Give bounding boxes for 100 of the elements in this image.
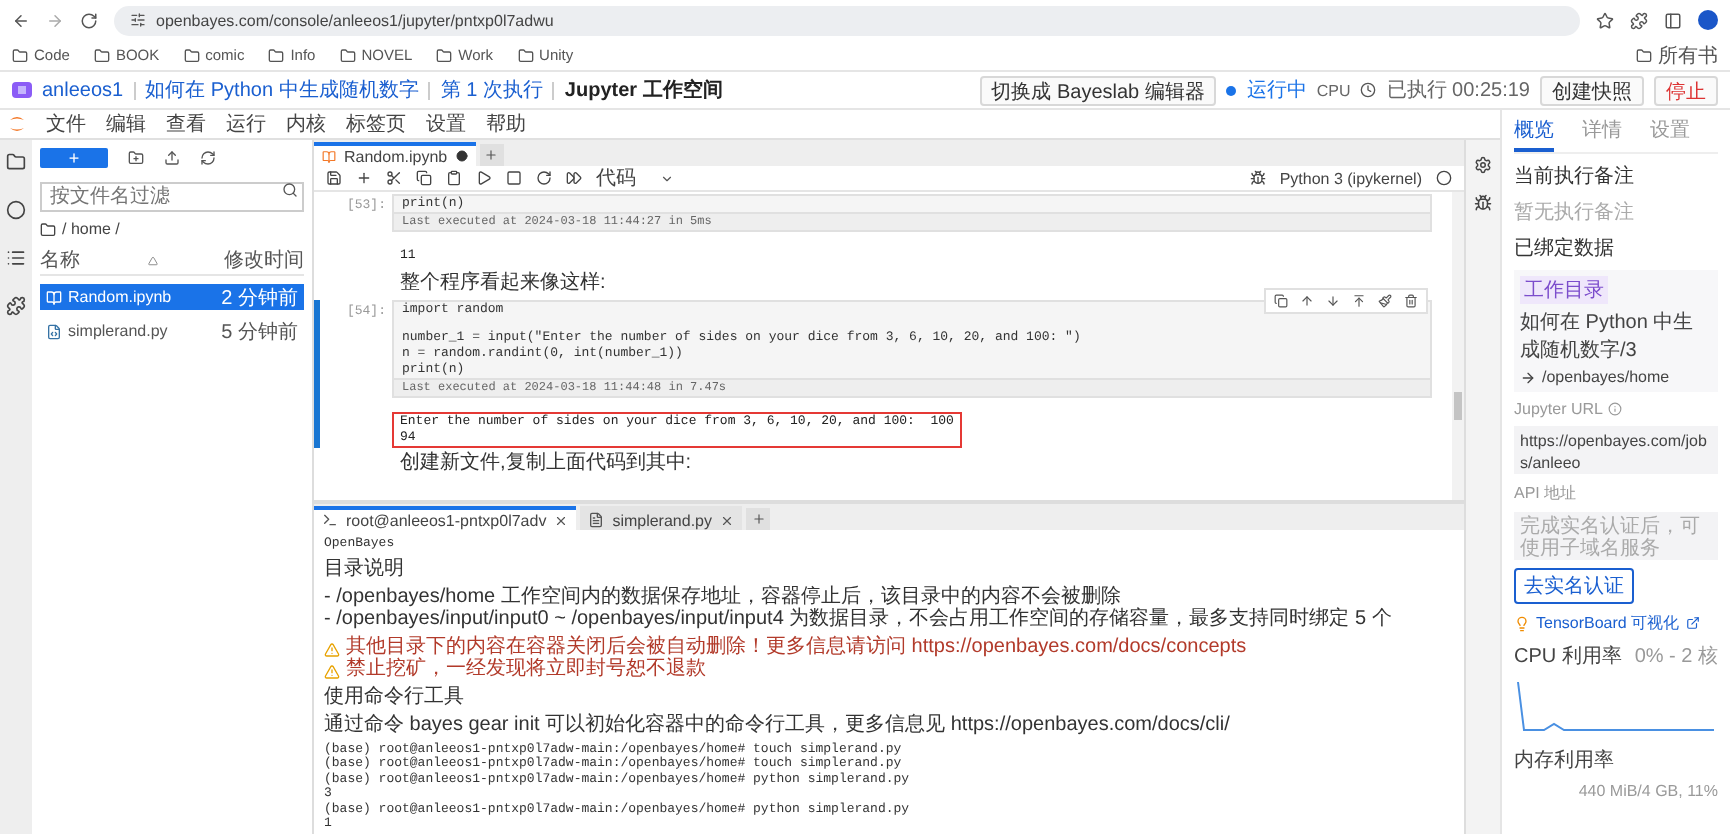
address-bar[interactable]: openbayes.com/console/anleeos1/jupyter/pntxp0l7adwu <box>114 5 1580 35</box>
verify-button[interactable]: 去实名认证 <box>1514 568 1634 604</box>
menu-item[interactable]: 文件 <box>46 110 86 138</box>
modified-time: 2 分钟前 <box>221 285 298 311</box>
bug-icon[interactable] <box>1249 170 1266 186</box>
note-text: 暂无执行备注 <box>1514 199 1636 226</box>
markdown-text: 创建新文件,复制上面代码到其中: <box>398 452 694 476</box>
external-link-icon[interactable] <box>1685 616 1700 630</box>
run-all-icon[interactable] <box>566 170 582 186</box>
refresh-icon[interactable] <box>200 150 216 166</box>
status-dot <box>1226 85 1237 95</box>
close-icon[interactable] <box>720 513 734 527</box>
format-icon[interactable] <box>1378 294 1392 308</box>
menu-item[interactable]: 设置 <box>426 110 466 138</box>
switch-editor-button[interactable]: 切换成 Bayeslab 编辑器 <box>979 75 1217 105</box>
menu-item[interactable]: 编辑 <box>106 110 146 138</box>
python-file-icon <box>46 323 62 339</box>
upload-icon[interactable] <box>164 150 180 166</box>
plus-icon <box>751 512 765 526</box>
snapshot-button[interactable]: 创建快照 <box>1540 75 1644 105</box>
modified-time: 5 分钟前 <box>221 319 298 345</box>
file-row[interactable]: Random.ipynb 2 分钟前 <box>40 284 304 310</box>
list-icon[interactable] <box>6 248 26 268</box>
folder-icon <box>40 221 56 237</box>
cut-icon[interactable] <box>386 170 402 186</box>
field-label: API 地址 <box>1514 482 1579 504</box>
run-icon[interactable] <box>476 170 492 186</box>
new-launcher-button[interactable]: + <box>40 148 108 168</box>
move-down-icon[interactable] <box>1326 294 1340 308</box>
debugger-icon[interactable] <box>1474 194 1492 212</box>
restart-icon[interactable] <box>536 170 552 186</box>
cpu-label: CPU <box>1316 81 1351 99</box>
tensorboard-link[interactable]: TensorBoard 可视化 <box>1536 612 1680 634</box>
kernel-status-icon[interactable] <box>1436 170 1452 186</box>
folder-icon <box>517 47 534 63</box>
folder-icon <box>339 47 356 63</box>
delete-icon[interactable] <box>1404 294 1418 308</box>
kernel-name[interactable]: Python 3 (ipykernel) <box>1279 169 1422 187</box>
section-title: 当前执行备注 <box>1514 163 1636 190</box>
path-breadcrumb[interactable]: / home / <box>62 220 120 238</box>
file-icon <box>588 512 605 528</box>
folder-icon <box>436 47 453 63</box>
field-label: Jupyter URL <box>1514 400 1603 418</box>
avatar[interactable] <box>1698 10 1718 30</box>
terminal-icon <box>322 512 338 528</box>
scrollbar[interactable] <box>1452 192 1464 500</box>
warning-text: 禁止挖矿，一经发现将立即封号恕不退款 <box>346 657 706 679</box>
search-icon <box>282 182 298 198</box>
info-icon <box>1608 402 1623 416</box>
folder-icon <box>268 47 285 63</box>
column-header[interactable]: 修改时间 <box>224 246 304 274</box>
extension-icon[interactable] <box>6 296 26 316</box>
panel-tab[interactable]: 概览 <box>1514 114 1554 152</box>
lightbulb-icon <box>1514 615 1530 631</box>
bookmark-folder[interactable]: 所有书 <box>1636 41 1718 69</box>
stop-icon[interactable] <box>506 170 522 186</box>
settings-icon[interactable] <box>1474 156 1492 174</box>
bookmark-star-icon[interactable] <box>1596 11 1614 29</box>
side-panel-icon[interactable] <box>1664 11 1682 29</box>
menu-item[interactable]: 查看 <box>166 110 206 138</box>
move-up-icon[interactable] <box>1300 294 1314 308</box>
copy-icon[interactable] <box>416 170 432 186</box>
extensions-icon[interactable] <box>1630 11 1648 29</box>
breadcrumb-link[interactable]: 第 1 次执行 <box>440 76 543 104</box>
notebook-tab[interactable]: Random.ipynb <box>314 142 476 166</box>
paste-icon[interactable] <box>446 170 462 186</box>
breadcrumb-link[interactable]: 如何在 Python 中生成随机数字 <box>145 76 419 104</box>
terminal-tab[interactable]: root@anleeos1-pntxp0l7adv <box>314 506 577 530</box>
save-icon[interactable] <box>326 170 342 186</box>
menu-item[interactable]: 帮助 <box>486 110 526 138</box>
running-icon[interactable] <box>6 200 26 220</box>
url-field[interactable]: https://openbayes.com/jobs/anleeo <box>1514 426 1718 474</box>
back-icon[interactable] <box>12 11 30 29</box>
breadcrumb-link[interactable]: anleeos1 <box>42 79 124 101</box>
menu-item[interactable]: 内核 <box>286 110 326 138</box>
filter-field[interactable]: 按文件名过滤 <box>40 182 304 212</box>
terminal-line: - /openbayes/home 工作空间内的数据保存地址，容器停止后，该目录中的内容不会被删除 <box>324 583 1121 607</box>
folder-icon[interactable] <box>6 152 26 172</box>
cell-type-select[interactable]: 代码 <box>596 164 674 192</box>
terminal-line: 使用命令行工具 <box>324 683 464 707</box>
breadcrumb-link[interactable]: Jupyter 工作空间 <box>564 76 723 104</box>
menu-item[interactable]: 运行 <box>226 110 266 138</box>
unsaved-dot-icon <box>455 150 468 162</box>
menu-item[interactable]: 标签页 <box>346 110 406 138</box>
api-address-field[interactable]: 完成实名认证后，可使用子域名服务 <box>1514 512 1718 560</box>
sort-caret-icon[interactable] <box>147 255 157 265</box>
file-row[interactable]: simplerand.py 5 分钟前 <box>40 318 304 344</box>
column-header[interactable]: 名称 <box>40 246 80 274</box>
close-icon[interactable] <box>554 513 569 527</box>
insert-cell-icon[interactable] <box>356 170 372 186</box>
stop-button[interactable]: 停止 <box>1654 75 1718 105</box>
new-folder-icon[interactable] <box>128 150 144 166</box>
notebook-icon <box>46 289 62 305</box>
terminal-line: 目录说明 <box>324 555 404 579</box>
terminal-tab[interactable]: simplerand.py <box>580 506 742 530</box>
tag: 工作目录 <box>1520 276 1608 304</box>
insert-above-icon[interactable] <box>1352 294 1366 308</box>
reload-icon[interactable] <box>80 11 98 29</box>
site-settings-icon[interactable] <box>130 12 146 28</box>
duplicate-icon[interactable] <box>1274 294 1288 308</box>
